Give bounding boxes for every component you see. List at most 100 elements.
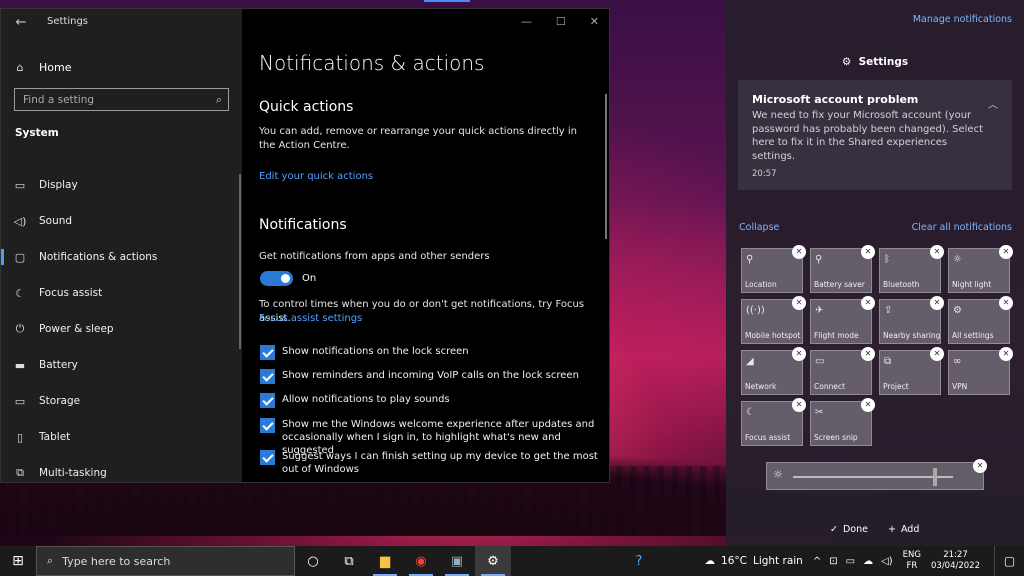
help-button[interactable]: ? bbox=[621, 546, 657, 576]
unpin-icon[interactable]: ✕ bbox=[999, 245, 1013, 259]
edit-quick-actions-link[interactable]: Edit your quick actions bbox=[259, 171, 373, 182]
unpin-icon[interactable]: ✕ bbox=[861, 347, 875, 361]
checkbox-checked[interactable] bbox=[260, 450, 275, 465]
find-setting-search[interactable]: ⌕ bbox=[14, 88, 229, 111]
nav-item-battery[interactable]: ▬ Battery bbox=[1, 347, 242, 383]
nav-item-storage[interactable]: ▭ Storage bbox=[1, 383, 242, 419]
checkbox-checked[interactable] bbox=[260, 369, 275, 384]
gear-icon: ⚙ bbox=[487, 553, 499, 569]
checkbox-checked[interactable] bbox=[260, 345, 275, 360]
nav-item-multitasking[interactable]: ⧉ Multi-tasking bbox=[1, 455, 242, 491]
unpin-icon[interactable]: ✕ bbox=[930, 347, 944, 361]
clock-time: 21:27 bbox=[943, 550, 968, 560]
close-icon[interactable]: ✕ bbox=[590, 15, 599, 28]
sidebar-scrollbar[interactable] bbox=[239, 174, 241, 349]
tile-flight-mode[interactable]: ✈ Flight mode ✕ bbox=[810, 296, 875, 344]
page-title: Notifications & actions bbox=[259, 51, 485, 75]
tile-all-settings[interactable]: ⚙ All settings ✕ bbox=[948, 296, 1013, 344]
start-button[interactable]: ⊞ bbox=[0, 546, 36, 576]
brightness-thumb[interactable] bbox=[933, 468, 937, 486]
tile-battery-saver[interactable]: ⚲ Battery saver ✕ bbox=[810, 245, 875, 293]
nav-item-sound[interactable]: ◁) Sound bbox=[1, 203, 242, 239]
toggle-knob bbox=[281, 274, 290, 283]
unpin-icon[interactable]: ✕ bbox=[999, 347, 1013, 361]
collapse-link[interactable]: Collapse bbox=[739, 222, 779, 233]
tile-vpn[interactable]: ∞ VPN ✕ bbox=[948, 347, 1013, 395]
volume-icon[interactable]: ◁) bbox=[881, 556, 893, 567]
weather-widget[interactable]: ☁ 16°C Light rain bbox=[705, 555, 803, 567]
nearby-sharing-icon: ⇪ bbox=[884, 305, 893, 316]
checkbox-finish-setup[interactable]: Suggest ways I can finish setting up my … bbox=[260, 450, 600, 476]
cloud-icon[interactable]: ☁ bbox=[863, 556, 873, 567]
action-centre-button[interactable]: ▢ bbox=[994, 546, 1024, 576]
moon-icon: ☾ bbox=[746, 407, 755, 418]
tile-project[interactable]: ⧉ Project ✕ bbox=[879, 347, 944, 395]
tile-screen-snip[interactable]: ✂ Screen snip ✕ bbox=[810, 398, 875, 446]
app-button[interactable]: ▣ bbox=[439, 546, 475, 576]
focus-assist-settings-link[interactable]: Focus assist settings bbox=[259, 313, 362, 324]
maximize-icon[interactable]: ☐ bbox=[556, 15, 566, 28]
unpin-icon[interactable]: ✕ bbox=[792, 347, 806, 361]
nav-item-notifications[interactable]: ▢ Notifications & actions bbox=[1, 239, 242, 275]
cortana-button[interactable]: ○ bbox=[295, 546, 331, 576]
tile-focus-assist[interactable]: ☾ Focus assist ✕ bbox=[741, 398, 806, 446]
nav-item-focus-assist[interactable]: ☾ Focus assist bbox=[1, 275, 242, 311]
unpin-icon[interactable]: ✕ bbox=[792, 398, 806, 412]
brightness-slider[interactable]: ☼ ✕ bbox=[766, 459, 987, 490]
checkbox-checked[interactable] bbox=[260, 418, 275, 433]
nav-label: Power & sleep bbox=[39, 323, 114, 335]
unpin-icon[interactable]: ✕ bbox=[861, 245, 875, 259]
tile-connect[interactable]: ▭ Connect ✕ bbox=[810, 347, 875, 395]
clear-all-notifications-link[interactable]: Clear all notifications bbox=[912, 222, 1012, 233]
tile-bluetooth[interactable]: ᛒ Bluetooth ✕ bbox=[879, 245, 944, 293]
manage-notifications-link[interactable]: Manage notifications bbox=[913, 14, 1012, 25]
tile-network[interactable]: ◢ Network ✕ bbox=[741, 347, 806, 395]
add-button[interactable]: + Add bbox=[888, 524, 919, 535]
chrome-button[interactable]: ◉ bbox=[403, 546, 439, 576]
checkbox-checked[interactable] bbox=[260, 393, 275, 408]
notification-card[interactable]: Microsoft account problem We need to fix… bbox=[738, 80, 1012, 190]
checkbox-play-sounds[interactable]: Allow notifications to play sounds bbox=[260, 393, 600, 408]
task-view-button[interactable]: ⧉ bbox=[331, 546, 367, 576]
nav-home[interactable]: ⌂ Home bbox=[13, 57, 72, 77]
nav-item-power-sleep[interactable]: ⏻ Power & sleep bbox=[1, 311, 242, 347]
checkbox-label: Show notifications on the lock screen bbox=[282, 346, 469, 357]
unpin-icon[interactable]: ✕ bbox=[930, 296, 944, 310]
task-view-icon: ⧉ bbox=[344, 553, 354, 569]
done-button[interactable]: ✓ Done bbox=[830, 524, 868, 535]
checkbox-reminders-voip[interactable]: Show reminders and incoming VoIP calls o… bbox=[260, 369, 600, 384]
brightness-track[interactable] bbox=[793, 476, 953, 478]
tile-night-light[interactable]: ☼ Night light ✕ bbox=[948, 245, 1013, 293]
notifications-toggle[interactable] bbox=[260, 271, 293, 286]
network-icon[interactable]: ⊡ bbox=[829, 556, 837, 567]
checkbox-lock-screen-notifications[interactable]: Show notifications on the lock screen bbox=[260, 345, 600, 360]
taskbar-search[interactable]: ⌕ Type here to search bbox=[36, 546, 295, 576]
storage-icon: ▭ bbox=[14, 394, 26, 408]
unpin-icon[interactable]: ✕ bbox=[930, 245, 944, 259]
language-indicator[interactable]: ENG FR bbox=[903, 550, 921, 572]
tile-location[interactable]: ⚲ Location ✕ bbox=[741, 245, 806, 293]
unpin-icon[interactable]: ✕ bbox=[861, 296, 875, 310]
find-setting-input[interactable] bbox=[15, 89, 228, 110]
content-scrollbar[interactable] bbox=[605, 94, 607, 239]
tile-nearby-sharing[interactable]: ⇪ Nearby sharing ✕ bbox=[879, 296, 944, 344]
settings-taskbar-button[interactable]: ⚙ bbox=[475, 546, 511, 576]
back-arrow-icon[interactable]: ← bbox=[11, 13, 31, 33]
nav-item-display[interactable]: ▭ Display bbox=[1, 167, 242, 203]
nav-item-tablet[interactable]: ▯ Tablet bbox=[1, 419, 242, 455]
clock[interactable]: 21:27 03/04/2022 bbox=[931, 550, 980, 572]
unpin-icon[interactable]: ✕ bbox=[792, 296, 806, 310]
unpin-icon[interactable]: ✕ bbox=[999, 296, 1013, 310]
notification-group-label: Settings bbox=[858, 56, 909, 68]
battery-saver-icon: ⚲ bbox=[815, 254, 823, 265]
unpin-icon[interactable]: ✕ bbox=[792, 245, 806, 259]
tile-label: Mobile hotspot bbox=[745, 331, 801, 340]
minimize-icon[interactable]: — bbox=[521, 15, 532, 28]
unpin-icon[interactable]: ✕ bbox=[973, 459, 987, 473]
file-explorer-button[interactable]: ▆ bbox=[367, 546, 403, 576]
unpin-icon[interactable]: ✕ bbox=[861, 398, 875, 412]
chevron-up-icon[interactable]: ^ bbox=[813, 556, 821, 567]
tile-mobile-hotspot[interactable]: ((·)) Mobile hotspot ✕ bbox=[741, 296, 806, 344]
battery-icon[interactable]: ▭ bbox=[846, 556, 855, 567]
chevron-up-icon[interactable]: ︿ bbox=[988, 96, 998, 111]
